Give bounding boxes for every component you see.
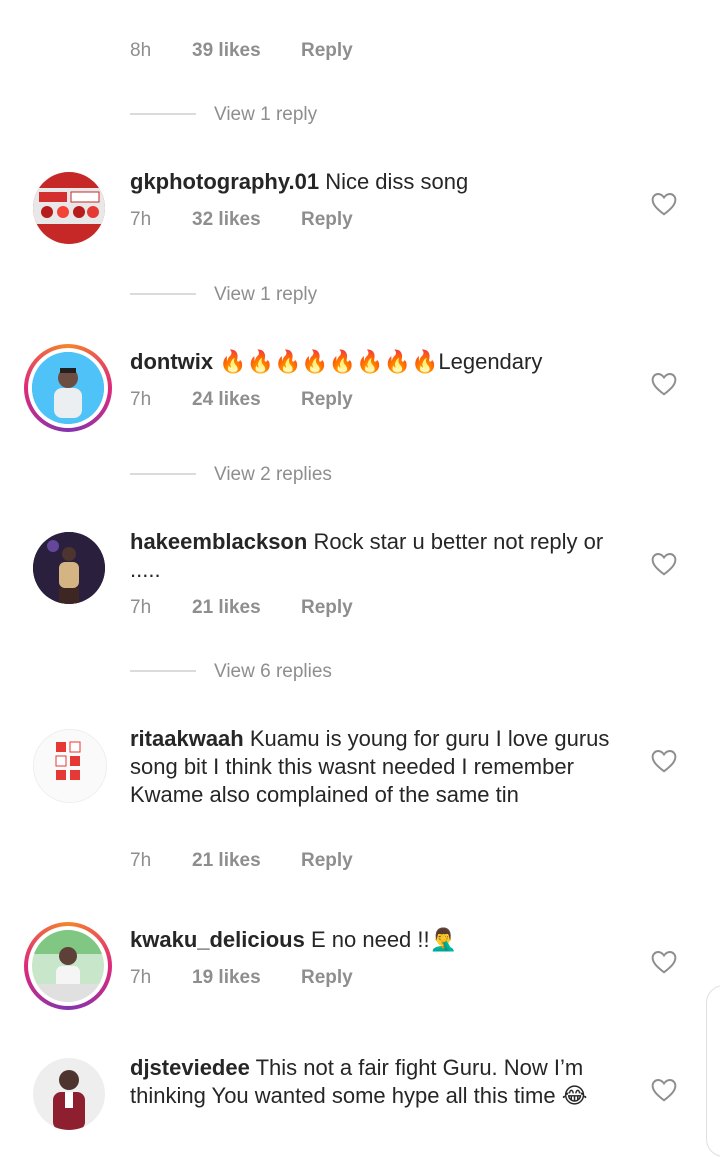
reply-button[interactable]: Reply [301,40,353,62]
avatar-image [32,352,104,424]
comment-time: 7h [130,967,152,988]
comment-username[interactable]: kwaku_delicious [130,927,305,952]
comment-text: 🔥🔥🔥🔥🔥🔥🔥🔥Legendary [219,349,543,374]
avatar [32,352,104,424]
reply-button[interactable]: Reply [301,389,353,411]
avatar-image [32,930,104,1002]
comment-time: 7h [130,389,152,410]
comment-time: 7h [130,209,152,230]
avatar[interactable] [33,729,107,803]
likes-count[interactable]: 21 likes [192,597,261,619]
view-replies-button[interactable]: View 1 reply [214,104,317,126]
view-replies-button[interactable]: View 2 replies [214,464,332,486]
heart-icon[interactable] [651,1078,677,1102]
comment-username[interactable]: hakeemblackson [130,529,307,554]
side-panel-edge[interactable] [706,985,720,1157]
comment-body: hakeemblackson Rock star u better not re… [130,528,620,584]
story-ring[interactable] [24,922,112,1010]
comment-text: Nice diss song [325,169,469,194]
comment-time: 7h [130,597,152,618]
likes-count[interactable]: 39 likes [192,40,261,62]
avatar[interactable] [33,172,105,244]
avatar[interactable] [33,532,105,604]
likes-count[interactable]: 19 likes [192,967,261,989]
heart-icon[interactable] [651,950,677,974]
reply-divider [130,473,196,475]
heart-icon[interactable] [651,192,677,216]
avatar-image [33,1058,105,1130]
comment-text: E no need !!🤦‍♂️ [310,927,458,952]
heart-icon[interactable] [651,749,677,773]
reply-button[interactable]: Reply [301,597,353,619]
comment-username[interactable]: djsteviedee [130,1055,250,1080]
comment-time: 8h [130,40,152,61]
comment-body: kwaku_delicious E no need !!🤦‍♂️ [130,926,620,954]
reply-divider [130,670,196,672]
avatar-image [33,532,105,604]
reply-divider [130,293,196,295]
view-replies-button[interactable]: View 6 replies [214,661,332,683]
heart-icon[interactable] [651,552,677,576]
reply-button[interactable]: Reply [301,209,353,231]
avatar[interactable] [33,1058,105,1130]
reply-divider [130,113,196,115]
comment-username[interactable]: dontwix [130,349,213,374]
comment-username[interactable]: gkphotography.01 [130,169,319,194]
comment-body: dontwix 🔥🔥🔥🔥🔥🔥🔥🔥Legendary [130,348,620,376]
view-replies-button[interactable]: View 1 reply [214,284,317,306]
heart-icon[interactable] [651,372,677,396]
comment-username[interactable]: ritaakwaah [130,726,244,751]
avatar-image [33,172,105,244]
comment-time: 7h [130,850,152,871]
story-ring[interactable] [24,344,112,432]
avatar-image [34,730,106,802]
avatar [32,930,104,1002]
comment-body: ritaakwaah Kuamu is young for guru I lov… [130,725,610,809]
likes-count[interactable]: 32 likes [192,209,261,231]
likes-count[interactable]: 24 likes [192,389,261,411]
comment-body: gkphotography.01 Nice diss song [130,168,620,196]
reply-button[interactable]: Reply [301,850,353,872]
likes-count[interactable]: 21 likes [192,850,261,872]
comment-body: djsteviedee This not a fair fight Guru. … [130,1054,620,1110]
reply-button[interactable]: Reply [301,967,353,989]
